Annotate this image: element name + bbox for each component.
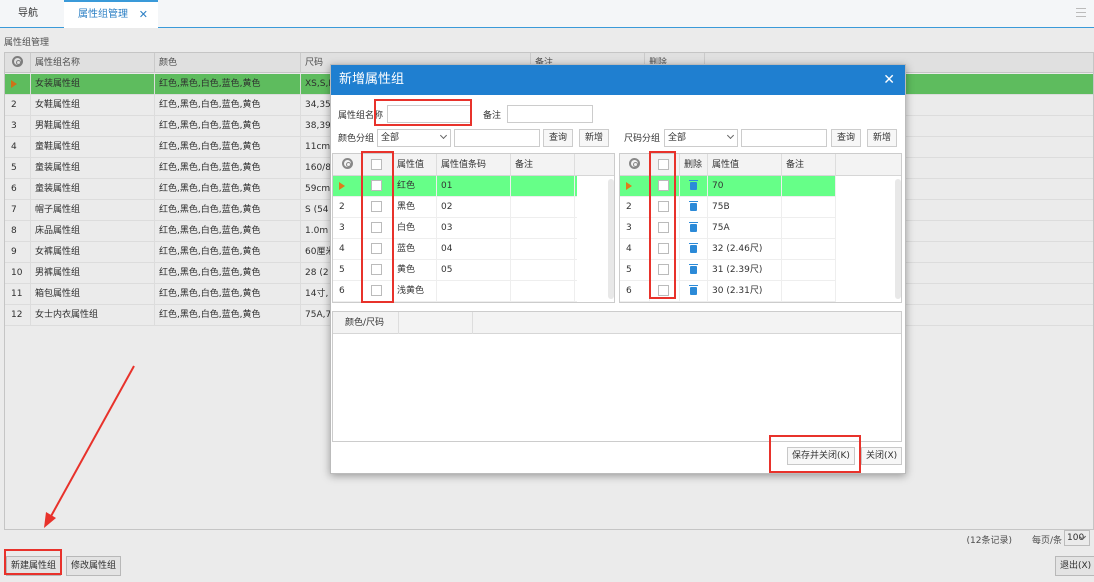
annotation-arrow <box>44 365 135 528</box>
